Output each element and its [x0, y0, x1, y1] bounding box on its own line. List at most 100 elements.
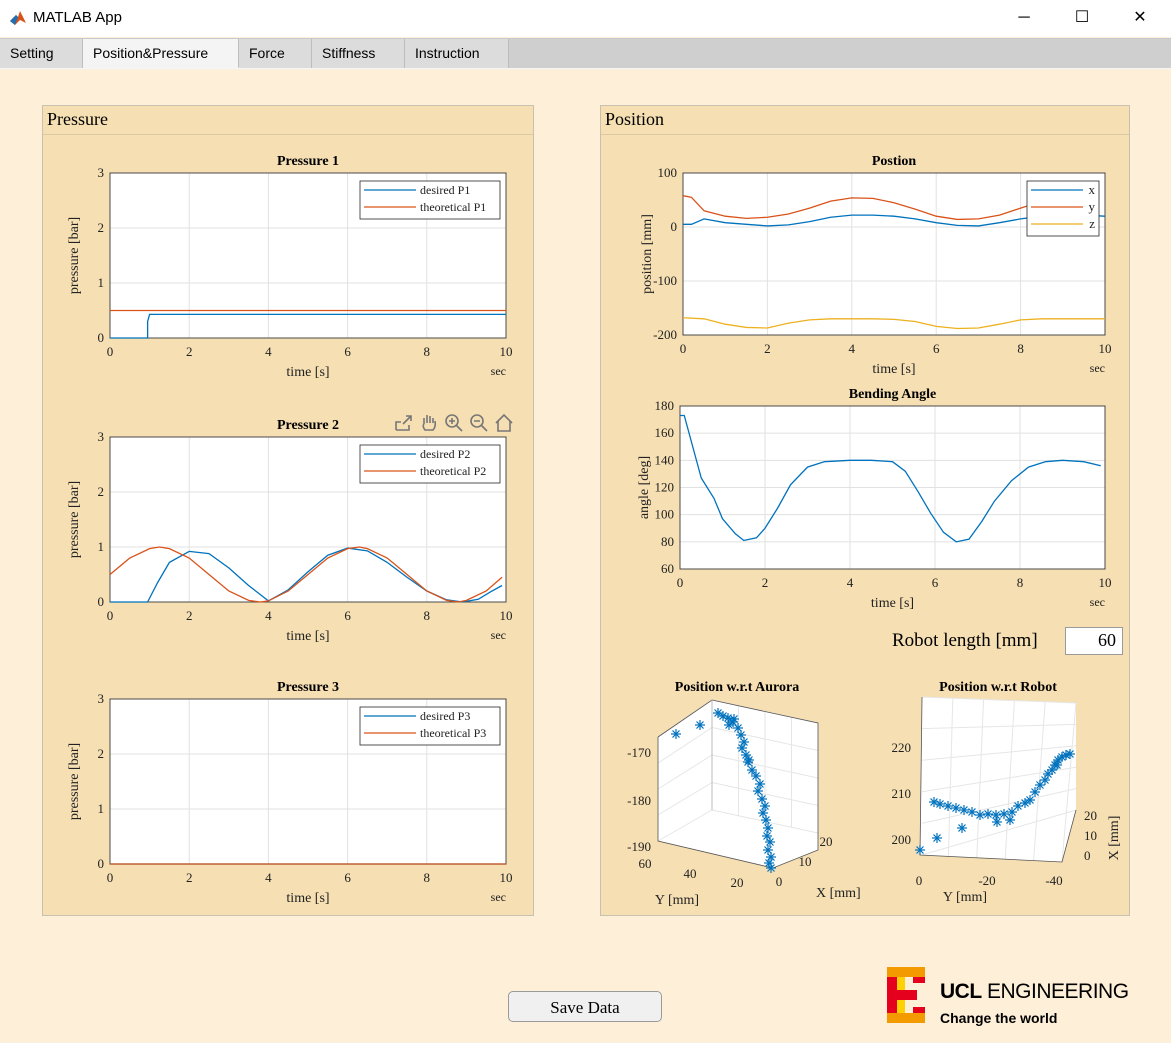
pressure2-xunit: sec: [491, 628, 506, 642]
position-ytick-label: -200: [653, 327, 677, 342]
aurora-title: Position w.r.t Aurora: [675, 680, 799, 695]
position-ytick-label: -100: [653, 273, 677, 288]
pressure1-legend-label: desired P1: [420, 183, 470, 197]
position-xunit: sec: [1090, 361, 1105, 375]
bending-ytick-label: 180: [655, 398, 675, 413]
pressure2-xlabel: time [s]: [286, 629, 329, 644]
pressure2-ytick-label: 3: [98, 429, 105, 444]
bending-xunit: sec: [1090, 595, 1105, 609]
pressure3-xtick-label: 6: [344, 870, 351, 885]
position-ylabel: position [mm]: [640, 214, 655, 294]
pressure2-ytick-label: 0: [98, 594, 105, 609]
bending-xtick-label: 2: [762, 575, 769, 590]
robot3d-scatter-point: [943, 801, 953, 811]
pressure2-xtick-label: 4: [265, 608, 272, 623]
robot3d-scatter-point: [957, 823, 967, 833]
logo-tagline: Change the world: [940, 1010, 1058, 1026]
bending-xtick-label: 4: [847, 575, 854, 590]
pressure3-ytick-label: 0: [98, 856, 105, 871]
pressure3-title: Pressure 3: [277, 680, 339, 695]
pressure2-ytick-label: 1: [98, 539, 105, 554]
bending-ylabel: angle [deg]: [637, 456, 652, 519]
position-legend-label: y: [1089, 199, 1096, 214]
robot3d-scatter-point: [1030, 787, 1040, 797]
robot3d-scatter-point: [991, 810, 1001, 820]
bending-ytick-label: 100: [655, 507, 675, 522]
bending-xtick-label: 8: [1017, 575, 1024, 590]
bending-ytick-label: 140: [655, 452, 675, 467]
pressure3-xtick-label: 8: [424, 870, 431, 885]
export-icon[interactable]: [393, 412, 415, 434]
position-xtick-label: 8: [1017, 341, 1024, 356]
pressure2-xtick-label: 6: [344, 608, 351, 623]
robot3d-scatter-point: [1052, 760, 1062, 770]
robot3d-x-tick: 10: [1084, 828, 1097, 843]
aurora-scatter-point: [766, 863, 776, 873]
pressure1-legend-label: theoretical P1: [420, 200, 486, 214]
home-icon[interactable]: [493, 412, 515, 434]
aurora-scatter-point: [744, 755, 754, 765]
position-legend-label: z: [1089, 216, 1095, 231]
zoom-in-icon[interactable]: [443, 412, 465, 434]
bending-ytick-label: 80: [661, 534, 674, 549]
robot3d-x-tick: 20: [1084, 808, 1097, 823]
robot3d-scatter-point: [951, 803, 961, 813]
pressure3-xlabel: time [s]: [286, 891, 329, 906]
aurora-z-tick: -170: [627, 745, 651, 760]
pressure1-xtick-label: 6: [344, 344, 351, 359]
robot3d-scatter-point: [959, 805, 969, 815]
robot3d-scatter-point: [1065, 749, 1075, 759]
pressure1-xtick-label: 0: [107, 344, 114, 359]
robot3d-ylabel: Y [mm]: [943, 890, 987, 905]
pressure3-ytick-label: 3: [98, 691, 105, 706]
pressure3-legend-label: theoretical P3: [420, 726, 486, 740]
aurora-scatter-point: [763, 823, 773, 833]
logo-wordmark: UCL ENGINEERING: [940, 980, 1129, 1004]
pressure1-xtick-label: 10: [500, 344, 513, 359]
position-xtick-label: 2: [764, 341, 771, 356]
zoom-out-icon[interactable]: [468, 412, 490, 434]
aurora-x-tick: 0: [776, 874, 783, 889]
position-title: Postion: [872, 154, 917, 169]
aurora-x-tick: 10: [799, 854, 812, 869]
position-xtick-label: 0: [680, 341, 687, 356]
bending-ytick-label: 120: [655, 480, 675, 495]
aurora-scatter-point: [765, 837, 775, 847]
robot3d-scatter-point: [932, 833, 942, 843]
position-xtick-label: 6: [933, 341, 940, 356]
position-ytick-label: 100: [658, 165, 678, 180]
pressure2-legend-label: desired P2: [420, 447, 470, 461]
pressure3-ylabel: pressure [bar]: [67, 743, 82, 820]
bending-ytick-label: 60: [661, 561, 674, 576]
bending-title: Bending Angle: [849, 387, 937, 402]
pressure3-ytick-label: 1: [98, 801, 105, 816]
robot3d-y-tick: -20: [978, 873, 995, 888]
bending-xtick-label: 10: [1099, 575, 1112, 590]
aurora-scatter-point: [671, 729, 681, 739]
robot-length-input[interactable]: 60: [1065, 627, 1123, 655]
save-data-button[interactable]: Save Data: [508, 991, 662, 1022]
bending-xtick-label: 0: [677, 575, 684, 590]
aurora-ylabel: Y [mm]: [655, 893, 699, 908]
pressure1-ylabel: pressure [bar]: [67, 217, 82, 294]
robot3d-scatter-point: [935, 799, 945, 809]
robot-length-label: Robot length [mm]: [892, 630, 1038, 651]
pressure1-xunit: sec: [491, 364, 506, 378]
aurora-scatter-point: [724, 720, 734, 730]
logo-engineering: ENGINEERING: [981, 980, 1129, 1003]
robot3d-scatter-point: [983, 809, 993, 819]
aurora-x-tick: 20: [820, 834, 833, 849]
aurora-scatter-point: [761, 815, 771, 825]
pressure3-xunit: sec: [491, 890, 506, 904]
bending-xtick-label: 6: [932, 575, 939, 590]
aurora-scatter-point: [760, 801, 770, 811]
robot3d-y-tick: -40: [1045, 873, 1062, 888]
pressure3-xtick-label: 2: [186, 870, 193, 885]
pressure2-ytick-label: 2: [98, 484, 105, 499]
pan-icon[interactable]: [418, 412, 440, 434]
aurora-xlabel: X [mm]: [816, 886, 861, 901]
pressure3-ytick-label: 2: [98, 746, 105, 761]
pressure1-xtick-label: 8: [424, 344, 431, 359]
position-legend-label: x: [1089, 182, 1096, 197]
position-ytick-label: 0: [671, 219, 678, 234]
